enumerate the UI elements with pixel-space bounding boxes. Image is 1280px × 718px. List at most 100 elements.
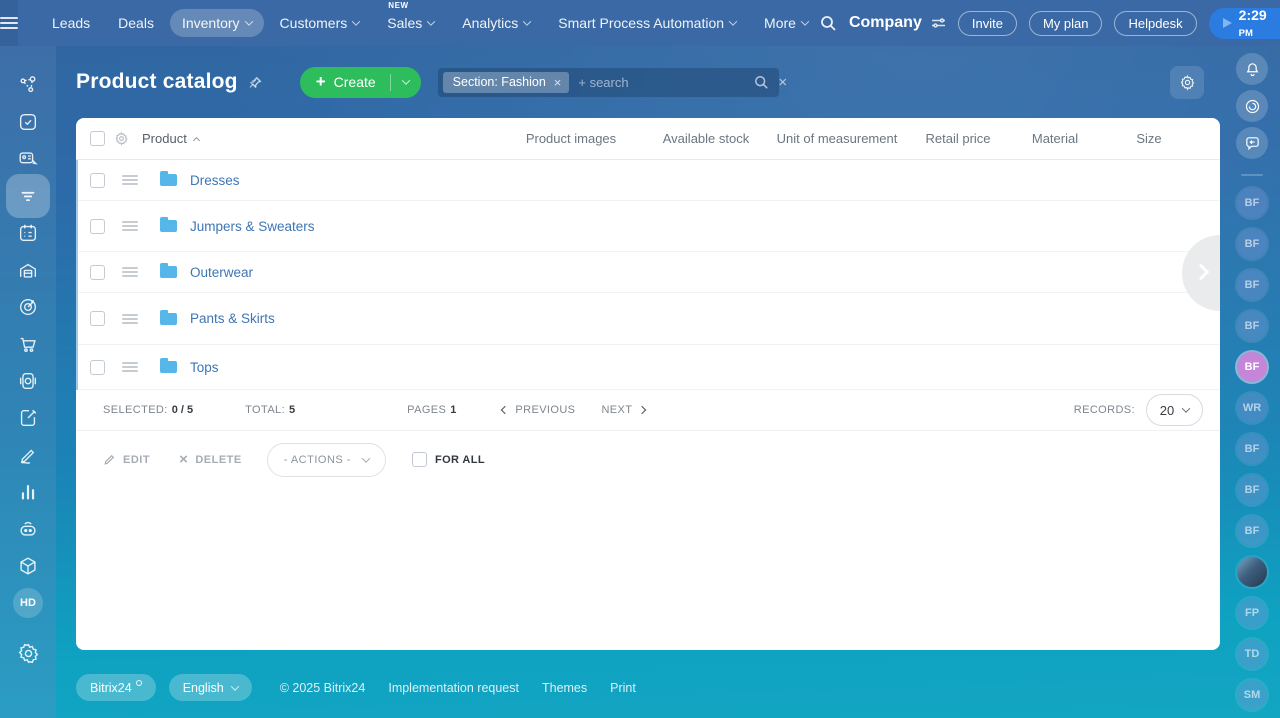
planner-icon[interactable] — [16, 221, 40, 245]
user-avatar[interactable]: BF — [1237, 434, 1267, 464]
filter-chip[interactable]: Section: Fashion × — [442, 71, 570, 93]
column-header-size[interactable]: Size — [1092, 131, 1206, 146]
drag-handle-icon[interactable] — [122, 317, 138, 320]
company-menu[interactable]: Company — [849, 14, 946, 32]
column-header-product-images[interactable]: Product images — [506, 131, 636, 146]
section-link[interactable]: Jumpers & Sweaters — [190, 219, 315, 234]
section-link[interactable]: Tops — [190, 360, 219, 375]
filter-search-bar[interactable]: Section: Fashion × × — [437, 67, 787, 97]
grid-settings-gear-icon[interactable] — [114, 131, 129, 146]
user-avatar[interactable]: BF — [1237, 188, 1267, 218]
select-all-checkbox[interactable] — [90, 131, 105, 146]
grid-header: Product Product images Available stock U… — [76, 118, 1220, 160]
copilot-robot-icon[interactable] — [16, 517, 40, 541]
row-checkbox[interactable] — [90, 218, 105, 234]
copilot-icon[interactable] — [1236, 90, 1268, 122]
chat-replies-icon[interactable] — [1236, 127, 1268, 159]
user-avatar[interactable]: SM — [1237, 680, 1267, 710]
print-link[interactable]: Print — [610, 681, 636, 695]
clock-meridiem: PM — [1238, 28, 1253, 39]
clock-time: 2:29 — [1238, 7, 1267, 23]
search-icon[interactable] — [754, 75, 769, 90]
column-header-unit[interactable]: Unit of measurement — [776, 131, 898, 146]
drag-handle-icon[interactable] — [122, 179, 138, 181]
themes-link[interactable]: Themes — [542, 681, 587, 695]
signature-icon[interactable] — [16, 443, 40, 467]
hd-badge[interactable]: HD — [13, 588, 43, 618]
nav-item-inventory[interactable]: Inventory — [169, 9, 264, 37]
remove-filter-icon[interactable]: × — [554, 76, 562, 89]
pin-icon[interactable] — [248, 75, 263, 90]
search-icon[interactable] — [820, 15, 837, 32]
create-dropdown-button[interactable] — [391, 67, 421, 98]
my-plan-button[interactable]: My plan — [1028, 10, 1103, 36]
inventory-funnel-icon[interactable] — [6, 174, 50, 218]
page-settings-button[interactable] — [1170, 65, 1204, 99]
time-tracker-pill[interactable]: 2:29 PM — [1208, 7, 1280, 39]
total-counter: TOTAL: 5 — [245, 404, 296, 416]
network-icon[interactable] — [16, 73, 40, 97]
language-select[interactable]: English — [168, 674, 252, 701]
edit-button[interactable]: EDIT — [103, 453, 150, 466]
row-checkbox[interactable] — [90, 264, 105, 280]
tasks-icon[interactable] — [16, 110, 40, 134]
row-checkbox[interactable] — [90, 311, 105, 326]
section-link[interactable]: Dresses — [190, 173, 240, 188]
records-per-page-select[interactable]: 20 — [1146, 394, 1203, 426]
user-avatar[interactable]: BF — [1237, 229, 1267, 259]
notifications-bell-icon[interactable] — [1236, 53, 1268, 85]
nav-item-customers[interactable]: Customers — [268, 9, 372, 37]
nav-item-more[interactable]: More — [752, 9, 820, 37]
row-checkbox[interactable] — [90, 172, 105, 188]
search-input[interactable] — [578, 74, 755, 90]
user-avatar[interactable]: BF — [1237, 475, 1267, 505]
user-avatar[interactable]: WR — [1237, 393, 1267, 423]
user-avatar[interactable]: TD — [1237, 639, 1267, 669]
hamburger-icon — [0, 22, 18, 24]
user-avatar[interactable]: BF — [1237, 311, 1267, 341]
previous-page-button[interactable]: PREVIOUS — [501, 404, 575, 416]
column-header-retail-price[interactable]: Retail price — [898, 131, 1018, 146]
document-edit-icon[interactable] — [16, 406, 40, 430]
user-avatar-active[interactable]: BF — [1237, 352, 1267, 382]
user-avatar[interactable]: FP — [1237, 598, 1267, 628]
section-link[interactable]: Pants & Skirts — [190, 311, 275, 326]
implementation-request-link[interactable]: Implementation request — [388, 681, 519, 695]
for-all-checkbox[interactable] — [411, 452, 427, 467]
nav-item-sales[interactable]: NEW Sales — [375, 1, 446, 37]
row-checkbox[interactable] — [90, 359, 105, 375]
nav-item-smart-process-automation[interactable]: Smart Process Automation — [546, 9, 748, 37]
marketing-target-icon[interactable] — [16, 295, 40, 319]
drag-handle-icon[interactable] — [122, 225, 138, 227]
nav-item-deals[interactable]: Deals — [106, 9, 166, 37]
next-page-button[interactable]: NEXT — [601, 404, 647, 416]
crm-chat-icon[interactable] — [16, 147, 40, 171]
bar-chart-icon[interactable] — [16, 480, 40, 504]
column-header-product[interactable]: Product — [142, 131, 200, 146]
nav-item-leads[interactable]: Leads — [40, 9, 102, 37]
drag-handle-icon[interactable] — [122, 366, 138, 368]
chevron-right-icon — [638, 405, 647, 415]
settings-gear-icon[interactable] — [16, 641, 40, 665]
package-icon[interactable] — [16, 554, 40, 578]
actions-dropdown[interactable]: - ACTIONS - — [266, 442, 386, 477]
cart-icon[interactable] — [16, 332, 40, 356]
clear-search-icon[interactable]: × — [778, 75, 787, 90]
nav-item-analytics[interactable]: Analytics — [450, 9, 542, 37]
camera-icon[interactable] — [16, 369, 40, 393]
section-link[interactable]: Outerwear — [190, 265, 253, 280]
helpdesk-button[interactable]: Helpdesk — [1114, 10, 1197, 36]
hamburger-menu-button[interactable] — [0, 0, 18, 46]
user-avatar[interactable]: BF — [1237, 516, 1267, 546]
warehouse-icon[interactable] — [16, 258, 40, 282]
user-avatar-photo[interactable] — [1237, 557, 1267, 587]
delete-button[interactable]: × DELETE — [179, 452, 242, 467]
bitrix24-brand-button[interactable]: Bitrix24 — [76, 674, 156, 701]
drag-handle-icon[interactable] — [122, 271, 138, 273]
user-avatar[interactable]: BF — [1237, 270, 1267, 300]
column-header-material[interactable]: Material — [1018, 131, 1092, 146]
table-row: Dresses — [76, 160, 1220, 201]
column-header-available-stock[interactable]: Available stock — [636, 131, 776, 146]
invite-button[interactable]: Invite — [957, 10, 1017, 36]
create-button[interactable]: + Create — [299, 66, 421, 98]
